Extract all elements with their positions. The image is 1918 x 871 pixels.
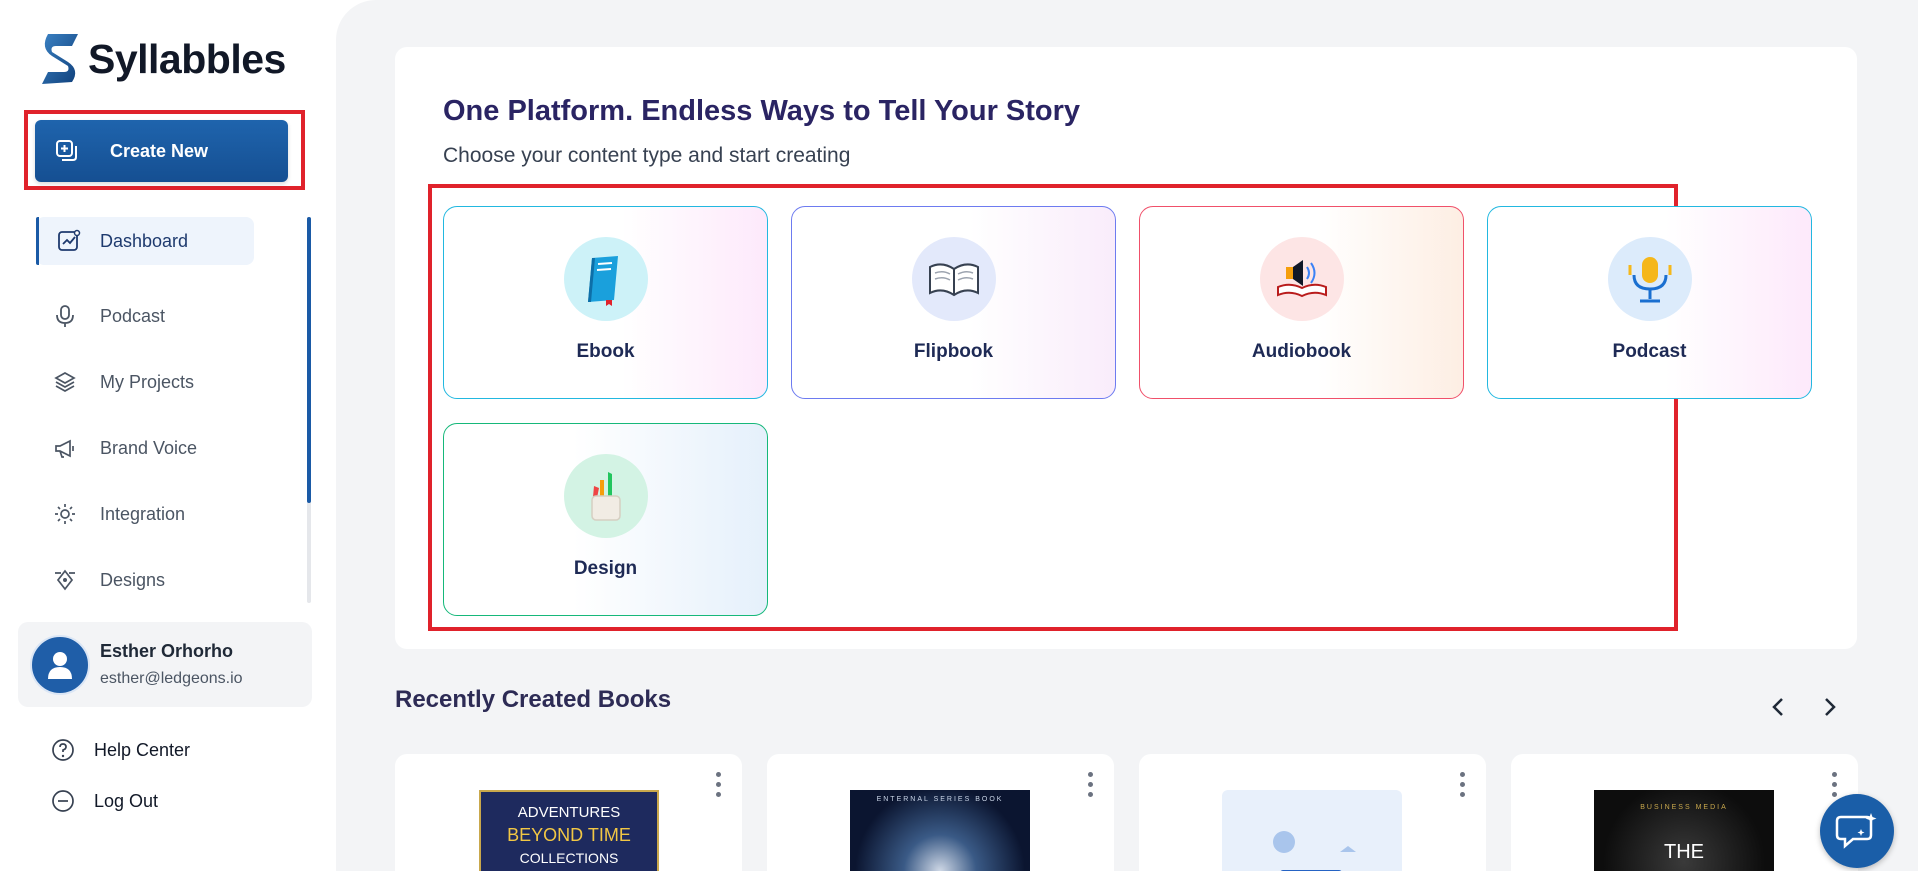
content-type-label: Ebook bbox=[576, 341, 635, 362]
sidebar: Syllabbles Create New Dashboard Podcast bbox=[0, 0, 336, 871]
content-type-label: Audiobook bbox=[1251, 341, 1352, 362]
sidebar-item-label: Podcast bbox=[100, 305, 166, 326]
logout-label: Log Out bbox=[94, 790, 159, 811]
layers-icon bbox=[52, 369, 78, 395]
book-cover-placeholder bbox=[1222, 790, 1402, 871]
sidebar-item-label: Brand Voice bbox=[100, 437, 198, 458]
main-content: One Platform. Endless Ways to Tell Your … bbox=[336, 0, 1918, 871]
create-new-label: Create New bbox=[110, 140, 209, 161]
blue-book-icon bbox=[587, 256, 618, 306]
help-center-link[interactable]: Help Center bbox=[50, 737, 190, 763]
sidebar-item-my-projects[interactable]: My Projects bbox=[36, 349, 312, 415]
sidebar-item-label: My Projects bbox=[100, 371, 195, 392]
logo-icon bbox=[42, 34, 78, 84]
content-type-label: Design bbox=[573, 558, 638, 579]
book-card[interactable]: BUSINESS MEDIA THE bbox=[1511, 754, 1858, 871]
sidebar-item-podcast[interactable]: Podcast bbox=[36, 283, 312, 349]
sidebar-item-label: Designs bbox=[100, 569, 166, 590]
sidebar-item-dashboard[interactable]: Dashboard bbox=[36, 217, 254, 265]
audiobook-icon-circle bbox=[1259, 237, 1344, 321]
cover-line: COLLECTIONS bbox=[519, 850, 619, 866]
cover-line: BUSINESS MEDIA bbox=[1640, 804, 1728, 811]
content-type-design[interactable]: Design bbox=[443, 423, 768, 616]
user-email: esther@ledgeons.io bbox=[100, 670, 243, 687]
user-icon bbox=[48, 651, 72, 679]
sidebar-item-label: Integration bbox=[100, 503, 186, 524]
user-name: Esther Orhorho bbox=[100, 641, 234, 661]
cover-line: ADVENTURES bbox=[517, 804, 621, 821]
content-type-label: Flipbook bbox=[913, 341, 994, 362]
cover-line: ENTERNAL SERIES BOOK bbox=[876, 796, 1004, 803]
design-icon-circle bbox=[563, 454, 648, 538]
podcast-mic-icon bbox=[1628, 257, 1671, 303]
content-type-ebook[interactable]: Ebook bbox=[443, 206, 768, 399]
book-cover: ENTERNAL SERIES BOOK bbox=[850, 790, 1030, 871]
image-placeholder-icon bbox=[1273, 831, 1356, 871]
more-options-icon[interactable] bbox=[1088, 772, 1094, 802]
more-options-icon[interactable] bbox=[1832, 772, 1838, 802]
sidebar-item-designs[interactable]: Designs bbox=[36, 547, 312, 613]
book-cover: BUSINESS MEDIA THE bbox=[1594, 790, 1774, 871]
help-center-label: Help Center bbox=[94, 739, 191, 760]
page-title: One Platform. Endless Ways to Tell Your … bbox=[443, 95, 1081, 127]
pen-tool-icon bbox=[52, 567, 78, 593]
page-subtitle: Choose your content type and start creat… bbox=[443, 144, 851, 167]
chart-icon bbox=[56, 228, 82, 254]
sidebar-item-label: Dashboard bbox=[100, 230, 189, 251]
logout-link[interactable]: Log Out bbox=[50, 788, 158, 814]
app-name: Syllabbles bbox=[88, 35, 286, 82]
content-type-audiobook[interactable]: Audiobook bbox=[1139, 206, 1464, 399]
chat-sparkle-icon bbox=[1835, 813, 1877, 849]
app-logo[interactable]: Syllabbles bbox=[38, 32, 286, 86]
book-card[interactable] bbox=[1139, 754, 1486, 871]
chevron-left-icon[interactable] bbox=[1768, 696, 1790, 718]
book-cover: ADVENTURES BEYOND TIME COLLECTIONS bbox=[479, 790, 659, 871]
content-type-flipbook[interactable]: Flipbook bbox=[791, 206, 1116, 399]
ebook-icon-circle bbox=[563, 237, 648, 321]
book-card[interactable]: ENTERNAL SERIES BOOK bbox=[767, 754, 1114, 871]
gear-integration-icon bbox=[52, 501, 78, 527]
sidebar-nav: Dashboard Podcast My Projects Brand Voic… bbox=[36, 217, 312, 613]
add-document-icon bbox=[56, 140, 77, 161]
cover-line: THE bbox=[1664, 841, 1704, 863]
avatar bbox=[30, 634, 90, 695]
content-type-podcast[interactable]: Podcast bbox=[1487, 206, 1812, 399]
question-icon bbox=[52, 739, 74, 761]
more-options-icon[interactable] bbox=[716, 772, 722, 802]
create-new-button[interactable]: Create New bbox=[35, 120, 288, 182]
sidebar-item-brand-voice[interactable]: Brand Voice bbox=[36, 415, 312, 481]
open-book-icon bbox=[928, 263, 979, 297]
support-chat-button[interactable] bbox=[1820, 794, 1894, 868]
chevron-right-icon[interactable] bbox=[1818, 696, 1840, 718]
cover-line: BEYOND TIME bbox=[507, 825, 631, 845]
pencil-cup-icon bbox=[590, 472, 621, 521]
logout-icon bbox=[52, 790, 74, 812]
more-options-icon[interactable] bbox=[1460, 772, 1466, 802]
content-type-label: Podcast bbox=[1612, 341, 1687, 362]
speaker-book-icon bbox=[1276, 260, 1327, 298]
recent-books-title: Recently Created Books bbox=[395, 686, 672, 713]
podcast-icon-circle bbox=[1607, 237, 1692, 321]
sidebar-item-integration[interactable]: Integration bbox=[36, 481, 312, 547]
user-profile-card[interactable]: Esther Orhorho esther@ledgeons.io bbox=[18, 622, 312, 707]
scrollbar-thumb[interactable] bbox=[307, 217, 311, 503]
megaphone-icon bbox=[52, 435, 78, 461]
microphone-icon bbox=[52, 303, 78, 329]
sidebar-scrollbar[interactable] bbox=[307, 217, 311, 603]
flipbook-icon-circle bbox=[911, 237, 996, 321]
book-card[interactable]: ADVENTURES BEYOND TIME COLLECTIONS bbox=[395, 754, 742, 871]
